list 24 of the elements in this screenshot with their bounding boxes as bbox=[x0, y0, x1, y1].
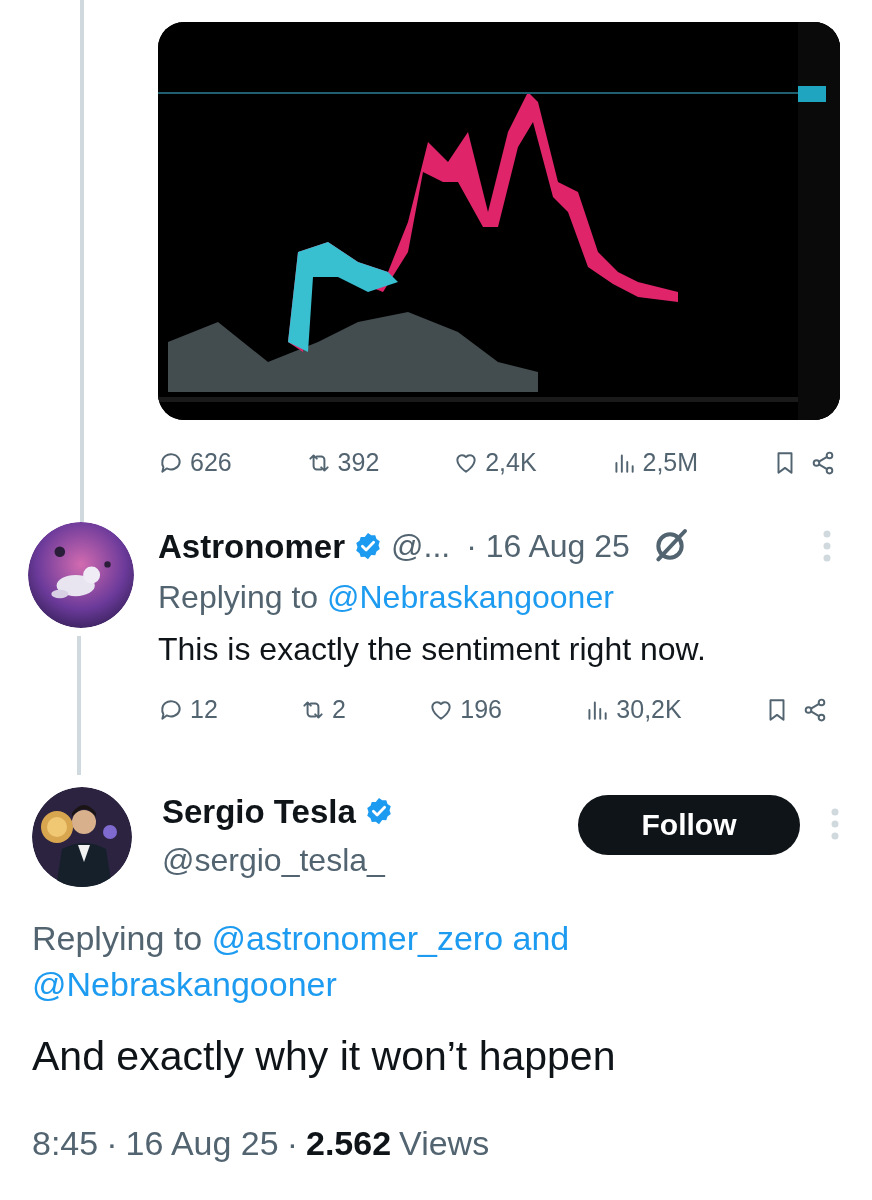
post-date: 16 Aug 25 bbox=[125, 1123, 279, 1165]
stat-count: 2 bbox=[332, 694, 346, 725]
post-time: 8:45 bbox=[32, 1123, 99, 1165]
separator-dot: · bbox=[106, 1123, 118, 1165]
stat-count: 2,5M bbox=[642, 447, 699, 478]
author-name[interactable]: Sergio Tesla bbox=[162, 786, 356, 836]
stat-count: 12 bbox=[190, 694, 218, 725]
author-handle: @sergio_tesla_ bbox=[162, 841, 386, 880]
views-label: Views bbox=[399, 1123, 490, 1165]
author-handle: @... bbox=[391, 527, 451, 567]
stat-count: 2,4K bbox=[485, 447, 537, 478]
view-count: 2.562 bbox=[306, 1123, 392, 1165]
stat-count: 392 bbox=[337, 447, 380, 478]
stat-count: 30,2K bbox=[616, 694, 682, 725]
replying-to-text: Replying to @Nebraskangooner bbox=[158, 578, 615, 617]
post-text: And exactly why it won’t happen bbox=[32, 1032, 617, 1081]
follow-button[interactable]: Follow bbox=[578, 794, 800, 855]
stat-count: 196 bbox=[460, 694, 503, 725]
reply-text: This is exactly the sentiment right now. bbox=[158, 630, 707, 669]
stat-count: 626 bbox=[190, 447, 232, 478]
replying-to-text: Replying to @astronomer_zero and @Nebraskangooner bbox=[32, 917, 571, 1006]
post-date: · 16 Aug 25 bbox=[466, 527, 630, 567]
separator-dot: · bbox=[286, 1123, 298, 1165]
author-name[interactable]: Astronomer bbox=[158, 521, 346, 571]
